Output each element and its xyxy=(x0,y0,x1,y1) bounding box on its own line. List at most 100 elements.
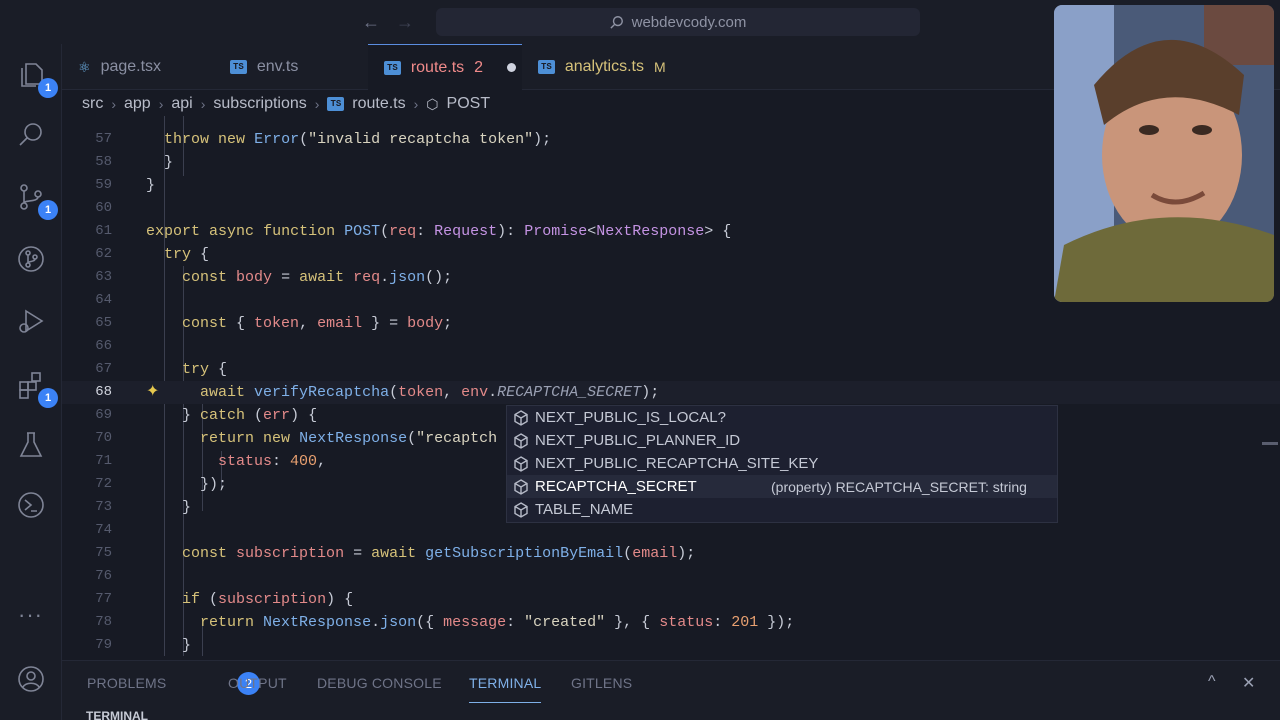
breadcrumb-item[interactable]: route.ts xyxy=(352,95,405,113)
line-code: const { token, email } = body; xyxy=(182,315,453,332)
webcam-image xyxy=(1054,5,1274,302)
testing-button[interactable] xyxy=(16,430,46,460)
code-line: 77 if (subscription) { xyxy=(62,588,1280,611)
method-icon: ⬡ xyxy=(426,95,439,112)
account-icon xyxy=(18,666,44,692)
search-icon xyxy=(609,16,623,29)
line-code: }); xyxy=(146,476,228,493)
tab-label: page.tsx xyxy=(100,58,162,75)
line-number: 60 xyxy=(95,200,112,216)
tab-label: analytics.ts xyxy=(564,58,644,75)
run-debug-button[interactable] xyxy=(16,306,46,336)
breadcrumb-item[interactable]: api xyxy=(171,95,192,113)
line-number: 58 xyxy=(95,154,112,170)
line-number: 69 xyxy=(95,407,112,423)
line-number: 57 xyxy=(95,131,112,147)
tab-debug-console[interactable]: DEBUG CONSOLE xyxy=(317,675,442,691)
minimap-marker xyxy=(1262,442,1278,445)
panel-tab-bar: PROBLEMS 2 OUTPUT DEBUG CONSOLE TERMINAL… xyxy=(62,660,1280,706)
tab-page-tsx[interactable]: ⚛ page.tsx xyxy=(62,44,214,90)
line-code: if (subscription) { xyxy=(182,591,354,608)
tab-output[interactable]: OUTPUT xyxy=(228,675,287,691)
maximize-panel-icon[interactable]: ^ xyxy=(1208,673,1216,691)
remote-explorer-icon xyxy=(18,492,44,518)
explorer-badge: 1 xyxy=(38,78,58,98)
navigation-arrows: ← → xyxy=(362,12,414,33)
suggestion-item[interactable]: NEXT_PUBLIC_PLANNER_ID xyxy=(507,429,1057,452)
back-arrow-icon[interactable]: ← xyxy=(362,12,380,33)
line-number: 64 xyxy=(95,292,112,308)
line-code: return NextResponse.json({ message: "cre… xyxy=(200,614,795,631)
more-icon[interactable]: ··· xyxy=(18,602,43,628)
line-number: 62 xyxy=(95,246,112,262)
source-control-button[interactable]: 1 xyxy=(16,182,58,220)
line-code: } xyxy=(146,177,156,194)
command-center-search[interactable]: webdevcody.com xyxy=(436,8,920,36)
suggestion-item[interactable]: TABLE_NAME xyxy=(507,498,1057,521)
breadcrumb-item[interactable]: subscriptions xyxy=(213,95,306,113)
line-number: 59 xyxy=(95,177,112,193)
line-code: try { xyxy=(164,246,210,263)
extensions-button[interactable]: 1 xyxy=(16,370,58,408)
suggestion-item[interactable]: NEXT_PUBLIC_IS_LOCAL? xyxy=(507,406,1057,429)
tab-label: route.ts xyxy=(410,58,465,76)
extensions-badge: 1 xyxy=(38,388,58,408)
suggestion-detail: (property) RECAPTCHA_SECRET: string xyxy=(771,478,1027,495)
code-line: 79 } xyxy=(62,634,1280,657)
property-icon xyxy=(514,455,528,472)
line-number: 73 xyxy=(95,499,112,515)
source-control-badge: 1 xyxy=(38,200,58,220)
tab-route-ts[interactable]: TS route.ts 2 xyxy=(368,44,522,90)
flask-icon xyxy=(19,432,43,457)
autocomplete-widget[interactable]: NEXT_PUBLIC_IS_LOCAL? NEXT_PUBLIC_PLANNE… xyxy=(506,405,1058,523)
search-icon xyxy=(19,123,42,146)
line-number: 67 xyxy=(95,361,112,377)
suggestion-label: NEXT_PUBLIC_IS_LOCAL? xyxy=(535,409,726,426)
code-line: 65 const { token, email } = body; xyxy=(62,312,1280,335)
breadcrumb-item[interactable]: POST xyxy=(447,95,491,113)
code-line: 67 try { xyxy=(62,358,1280,381)
line-number: 79 xyxy=(95,637,112,653)
suggestion-item-selected[interactable]: RECAPTCHA_SECRET (property) RECAPTCHA_SE… xyxy=(507,475,1057,498)
line-number: 61 xyxy=(95,223,112,239)
tab-gitlens[interactable]: GITLENS xyxy=(571,675,632,691)
git-graph-button[interactable] xyxy=(16,244,46,274)
forward-arrow-icon[interactable]: → xyxy=(396,12,414,33)
search-button[interactable] xyxy=(16,120,46,150)
ts-icon: TS xyxy=(230,60,247,74)
line-number: 74 xyxy=(95,522,112,538)
line-code: try { xyxy=(182,361,228,378)
breadcrumb-item[interactable]: app xyxy=(124,95,151,113)
terminal-section-title: TERMINAL xyxy=(62,706,1280,720)
code-line: 66 xyxy=(62,335,1280,358)
line-code: const body = await req.json(); xyxy=(182,269,453,286)
line-number: 72 xyxy=(95,476,112,492)
suggestion-label: NEXT_PUBLIC_RECAPTCHA_SITE_KEY xyxy=(535,455,819,472)
line-number: 65 xyxy=(95,315,112,331)
chevron-right-icon: › xyxy=(111,96,116,112)
unsaved-dot-icon[interactable] xyxy=(507,63,517,72)
remote-explorer-button[interactable] xyxy=(16,490,46,520)
tab-terminal[interactable]: TERMINAL xyxy=(469,675,542,703)
chevron-right-icon: › xyxy=(200,96,206,112)
breadcrumb-item[interactable]: src xyxy=(82,95,103,113)
code-line-current: 68 ✦ await verifyRecaptcha(token, env.REC… xyxy=(62,381,1280,404)
explorer-button[interactable]: 1 xyxy=(16,60,58,98)
line-code: } xyxy=(146,637,192,654)
line-number: 76 xyxy=(95,568,112,584)
tab-analytics-ts[interactable]: TS analytics.ts M xyxy=(522,44,702,90)
property-icon xyxy=(514,501,528,518)
line-number: 70 xyxy=(95,430,112,446)
run-debug-icon xyxy=(19,309,44,333)
suggestion-label: TABLE_NAME xyxy=(535,501,634,518)
code-line: 75 const subscription = await getSubscri… xyxy=(62,542,1280,565)
close-panel-icon[interactable]: ✕ xyxy=(1242,673,1255,693)
tab-problems[interactable]: PROBLEMS xyxy=(87,675,166,691)
accounts-button[interactable] xyxy=(16,664,46,694)
tab-env-ts[interactable]: TS env.ts xyxy=(214,44,368,90)
suggestion-item[interactable]: NEXT_PUBLIC_RECAPTCHA_SITE_KEY xyxy=(507,452,1057,475)
line-code: } catch (err) { xyxy=(146,407,318,424)
code-line: 78 return NextResponse.json({ message: "… xyxy=(62,611,1280,634)
line-number: 68 xyxy=(95,384,112,400)
line-number: 66 xyxy=(95,338,112,354)
